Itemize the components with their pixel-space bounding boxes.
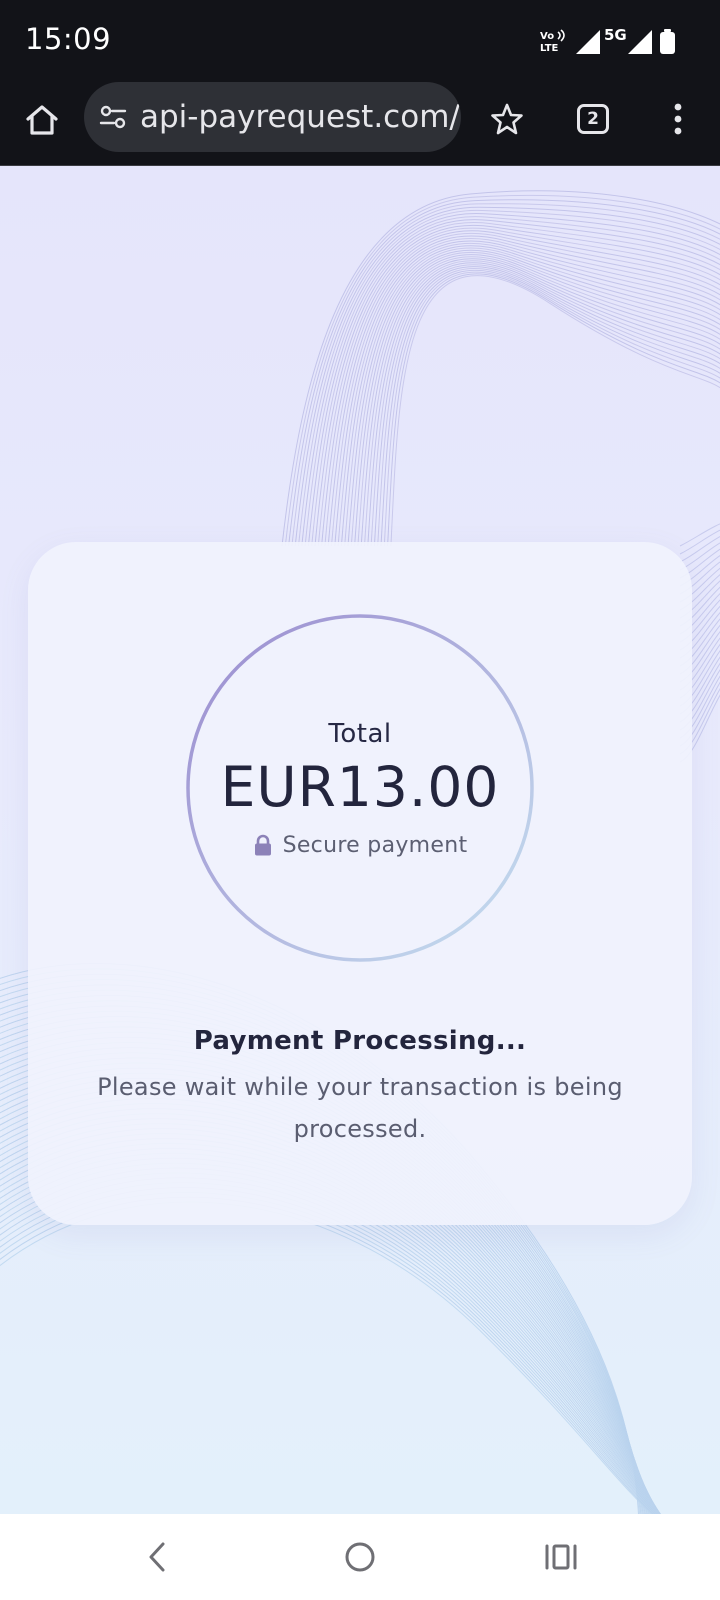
system-home-button[interactable]	[335, 1532, 385, 1582]
wave-line	[360, 258, 720, 547]
status-bar: 15:09 Vo LTE 5G	[0, 0, 720, 82]
battery-icon	[660, 29, 675, 54]
wave-line	[311, 221, 720, 547]
wave-line	[380, 269, 720, 547]
payment-card: Total EUR13.00 Secure payment Payment Pr…	[28, 542, 692, 1225]
network-5g-label: 5G	[604, 26, 627, 44]
home-button[interactable]	[18, 96, 66, 144]
secure-payment-row: Secure payment	[253, 833, 468, 858]
signal-icon	[576, 30, 600, 54]
home-icon	[26, 105, 58, 135]
status-time: 15:09	[25, 22, 112, 56]
browser-toolbar: api-payrequest.com/ 2	[0, 82, 720, 166]
total-amount: EUR13.00	[220, 754, 500, 819]
wave-line	[350, 251, 720, 547]
svg-text:LTE: LTE	[540, 43, 559, 54]
secure-payment-label: Secure payment	[282, 832, 468, 858]
signal-battery-icons: Vo LTE 5G	[540, 26, 675, 54]
signal-icon-2	[628, 30, 652, 54]
wave-line	[288, 199, 720, 547]
tab-count: 2	[587, 109, 599, 129]
system-navigation-bar	[0, 1514, 720, 1600]
more-vert-icon	[674, 103, 682, 135]
wave-line	[0, 1201, 653, 1514]
recents-button[interactable]	[536, 1532, 586, 1582]
bookmark-button[interactable]	[483, 95, 531, 143]
wave-line	[370, 264, 720, 547]
recents-icon	[545, 1544, 577, 1570]
url-text: api-payrequest.com/	[140, 99, 460, 135]
tune-icon[interactable]	[98, 102, 128, 132]
menu-button[interactable]	[654, 95, 702, 143]
wave-line	[679, 523, 720, 547]
volte-icon: Vo LTE	[540, 29, 565, 54]
tabs-icon: 2	[577, 104, 609, 134]
status-icons: Vo LTE 5G	[538, 26, 698, 58]
wave-line	[383, 271, 720, 547]
wave-line	[387, 273, 720, 547]
star-icon	[491, 103, 523, 135]
processing-description: Please wait while your transaction is be…	[97, 1073, 623, 1143]
svg-text:Vo: Vo	[540, 31, 554, 42]
total-label: Total	[328, 718, 392, 749]
processing-title: Payment Processing...	[193, 1026, 527, 1056]
back-icon	[149, 1542, 165, 1572]
wave-line	[337, 243, 720, 547]
wave-line	[377, 267, 720, 547]
page-content: Total EUR13.00 Secure payment Payment Pr…	[0, 166, 720, 1514]
amount-summary: Total EUR13.00 Secure payment	[184, 612, 536, 964]
address-bar[interactable]: api-payrequest.com/	[84, 82, 461, 152]
home-circle-icon	[345, 1542, 375, 1572]
lock-icon	[254, 834, 271, 856]
wave-line	[291, 203, 720, 547]
back-button[interactable]	[132, 1532, 182, 1582]
tab-switcher-button[interactable]: 2	[569, 95, 617, 143]
